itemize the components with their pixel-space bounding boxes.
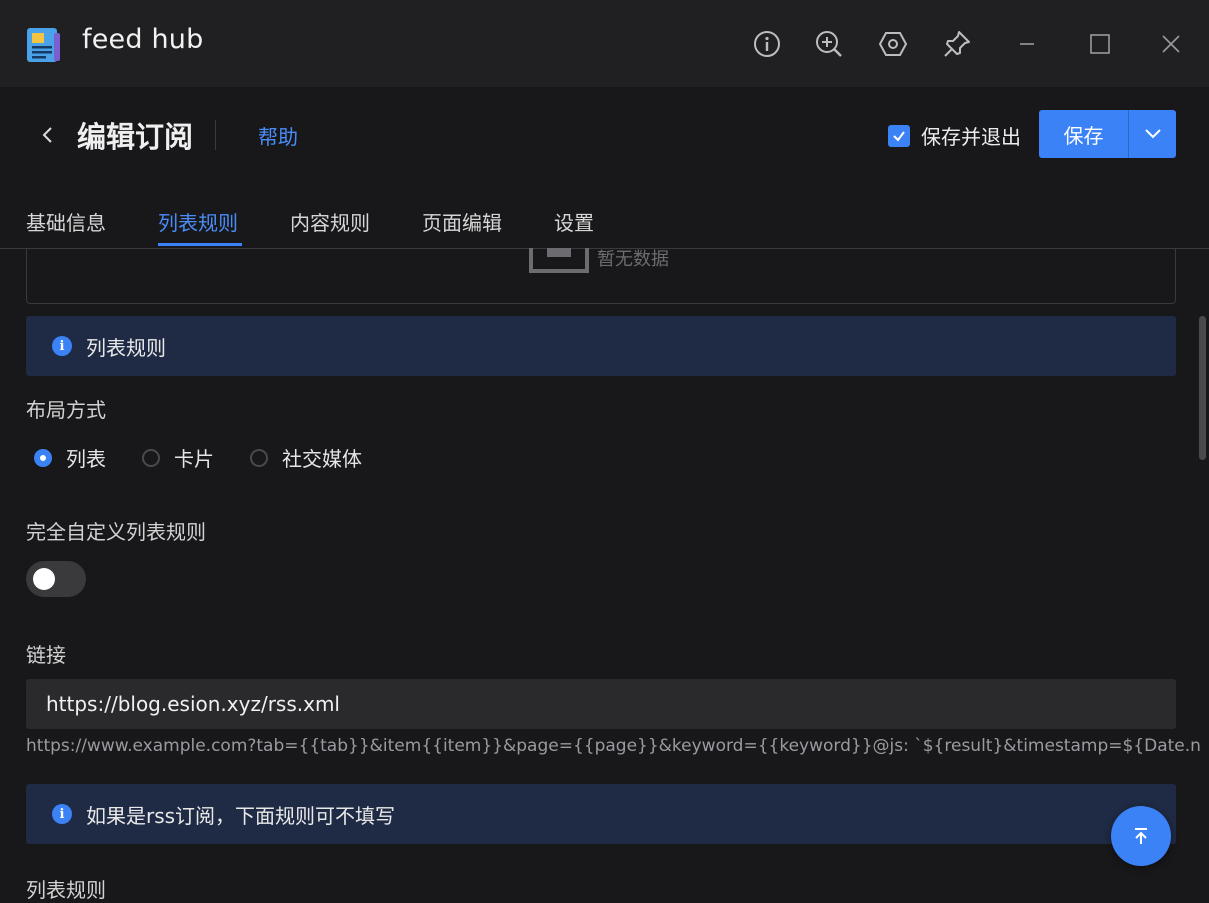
active-tab-indicator: [158, 243, 242, 246]
close-icon[interactable]: [1154, 27, 1188, 61]
empty-preview-box: 暂无数据: [26, 248, 1176, 304]
empty-text: 暂无数据: [597, 249, 669, 270]
radio-label: 社交媒体: [282, 447, 362, 471]
checkbox-checked-icon[interactable]: [888, 124, 910, 147]
save-dropdown-button[interactable]: [1129, 110, 1176, 158]
link-input[interactable]: https://blog.esion.xyz/rss.xml: [26, 679, 1176, 729]
info-icon: i: [52, 336, 72, 356]
link-input-value: https://blog.esion.xyz/rss.xml: [46, 692, 340, 716]
save-and-exit-label: 保存并退出: [921, 125, 1021, 149]
back-to-top-button[interactable]: [1111, 806, 1171, 866]
radio-list[interactable]: 列表: [34, 443, 106, 472]
hexagon-settings-icon[interactable]: [876, 27, 910, 61]
page-title: 编辑订阅: [77, 120, 194, 154]
title-bar: feed hub: [0, 0, 1209, 87]
tab-bar: 基础信息 列表规则 内容规则 页面编辑 设置: [0, 200, 1209, 249]
tab-basic-info[interactable]: 基础信息: [26, 207, 106, 236]
link-hint: https://www.example.com?tab={{tab}}&item…: [26, 736, 1200, 756]
save-button-group: 保存: [1039, 110, 1176, 158]
layout-radio-group: 列表 卡片 社交媒体: [34, 443, 398, 472]
radio-label: 列表: [66, 447, 106, 471]
empty-inbox-icon: [529, 248, 589, 273]
save-and-exit-checkbox[interactable]: 保存并退出: [888, 121, 1021, 150]
alert-text: 如果是rss订阅，下面规则可不填写: [86, 803, 396, 828]
arrow-to-top-icon: [1135, 828, 1147, 844]
info-icon: i: [52, 804, 72, 824]
radio-unchecked-icon[interactable]: [142, 448, 160, 467]
pin-icon[interactable]: [940, 27, 974, 61]
info-icon[interactable]: [750, 27, 784, 61]
help-link[interactable]: 帮助: [258, 121, 298, 150]
main-content: 暂无数据 i 列表规则 布局方式 列表 卡片 社交媒体 完全自定义列表规则 链接…: [0, 248, 1200, 903]
alert-text: 列表规则: [86, 335, 166, 360]
chevron-down-icon: [1144, 129, 1161, 139]
list-rules-alert: i 列表规则: [26, 316, 1176, 376]
toggle-knob: [33, 568, 55, 590]
tab-settings[interactable]: 设置: [554, 207, 594, 236]
custom-rules-label: 完全自定义列表规则: [26, 520, 206, 544]
save-button[interactable]: 保存: [1039, 110, 1128, 158]
app-logo-icon: [27, 28, 60, 62]
radio-label: 卡片: [174, 447, 214, 471]
link-label: 链接: [26, 643, 66, 667]
tab-content-rules[interactable]: 内容规则: [290, 207, 370, 236]
tab-list-rules[interactable]: 列表规则: [158, 207, 238, 236]
back-button[interactable]: [36, 120, 60, 150]
radio-card[interactable]: 卡片: [142, 443, 214, 472]
app-title: feed hub: [82, 24, 204, 55]
custom-rules-toggle[interactable]: [26, 561, 86, 597]
chevron-left-icon: [42, 127, 52, 143]
layout-label: 布局方式: [26, 398, 106, 422]
maximize-icon[interactable]: [1083, 27, 1117, 61]
list-rules-label: 列表规则: [26, 878, 106, 902]
radio-checked-icon[interactable]: [34, 448, 52, 467]
radio-social-media[interactable]: 社交媒体: [250, 443, 362, 472]
scrollbar-thumb[interactable]: [1199, 316, 1206, 460]
rss-alert: i 如果是rss订阅，下面规则可不填写: [26, 784, 1176, 844]
title-divider: [215, 120, 216, 150]
zoom-in-icon[interactable]: [812, 27, 846, 61]
radio-unchecked-icon[interactable]: [250, 448, 268, 467]
tab-page-edit[interactable]: 页面编辑: [422, 207, 502, 236]
minimize-icon[interactable]: [1010, 27, 1044, 61]
